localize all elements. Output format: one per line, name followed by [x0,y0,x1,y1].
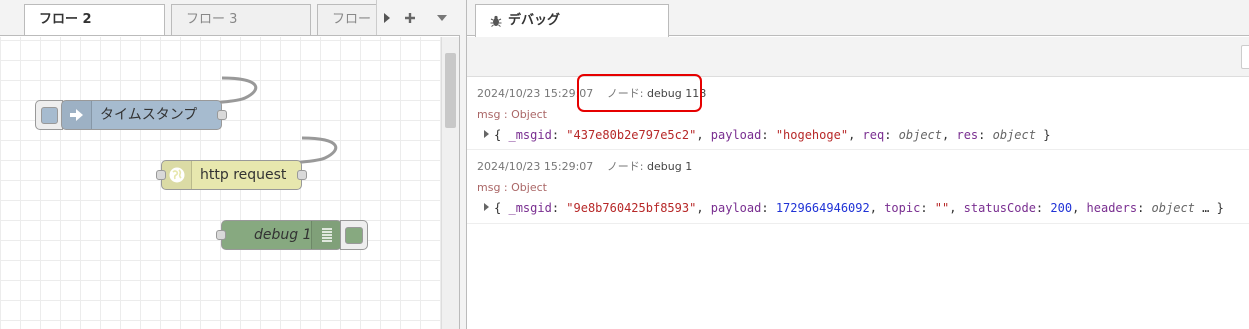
http-request-node[interactable]: http request [161,160,302,190]
debug-node-label: debug 1 [254,227,312,243]
caret-right-icon [383,13,390,23]
tab-debug-label: デバッグ [508,13,561,28]
workspace-tab-bar: フロー 2 フロー 3 フロー [0,0,460,36]
message-node-link[interactable]: ノード: debug 1 [607,160,692,173]
inject-node-label: タイムスタンプ [100,107,198,123]
debug-list-icon [311,221,341,249]
inject-output-port[interactable] [217,110,227,120]
highlight-annotation [577,74,702,112]
http-request-output-port[interactable] [297,170,307,180]
plus-icon [405,13,415,23]
tab-flow-2[interactable]: フロー 2 [24,4,165,35]
sidebar-tab-bar: デバッグ [467,0,1249,37]
http-request-input-port[interactable] [156,170,166,180]
add-flow-button[interactable] [396,0,424,35]
bug-icon [490,15,502,27]
debug-message-meta: 2024/10/23 15:29:07 ノード: debug 1 [477,158,692,174]
message-timestamp: 2024/10/23 15:29:07 [477,160,594,173]
sidebar-splitter[interactable] [460,0,467,329]
canvas-vertical-scrollbar[interactable] [441,37,459,329]
message-type: msg : Object [477,181,547,194]
flow-workspace: フロー 2 フロー 3 フロー タイムスタンプ http request deb… [0,0,460,329]
message-node-name: debug 1 [647,160,693,173]
tab-flow-3[interactable]: フロー 3 [171,4,311,35]
chevron-down-icon [437,15,447,21]
expand-caret-icon[interactable] [484,203,489,211]
message-payload[interactable]: { _msgid: "9e8b760425bf8593", payload: 1… [484,201,1224,215]
debug-enable-toggle[interactable] [340,220,368,250]
debug-toolbar [467,37,1249,77]
debug-sidebar: デバッグ 2024/10/23 15:29:07 ノード: debug 118 … [467,0,1249,329]
canvas-scroll-thumb[interactable] [445,53,456,128]
debug-filter-button[interactable] [1241,45,1249,69]
tab-debug[interactable]: デバッグ [475,4,669,37]
flow-canvas[interactable]: タイムスタンプ http request debug 1 [0,37,441,329]
inject-node[interactable]: タイムスタンプ [61,100,222,130]
message-node-prefix: ノード: [606,160,644,173]
flow-list-menu-button[interactable] [428,0,456,35]
scroll-tabs-right-button[interactable] [376,0,396,35]
inject-arrow-icon [62,101,92,129]
debug-node[interactable]: debug 1 [221,220,342,250]
http-request-node-label: http request [200,167,287,183]
message-timestamp: 2024/10/23 15:29:07 [477,87,594,100]
debug-input-port[interactable] [216,230,226,240]
message-type: msg : Object [477,108,547,121]
debug-message: 2024/10/23 15:29:07 ノード: debug 1 msg : O… [467,150,1249,224]
message-payload[interactable]: { _msgid: "437e80b2e797e5c2", payload: "… [484,128,1050,142]
inject-trigger-button[interactable] [35,100,63,130]
expand-caret-icon[interactable] [484,130,489,138]
inject-trigger-icon [41,107,58,124]
debug-toggle-icon [345,227,363,244]
globe-icon [162,161,192,189]
